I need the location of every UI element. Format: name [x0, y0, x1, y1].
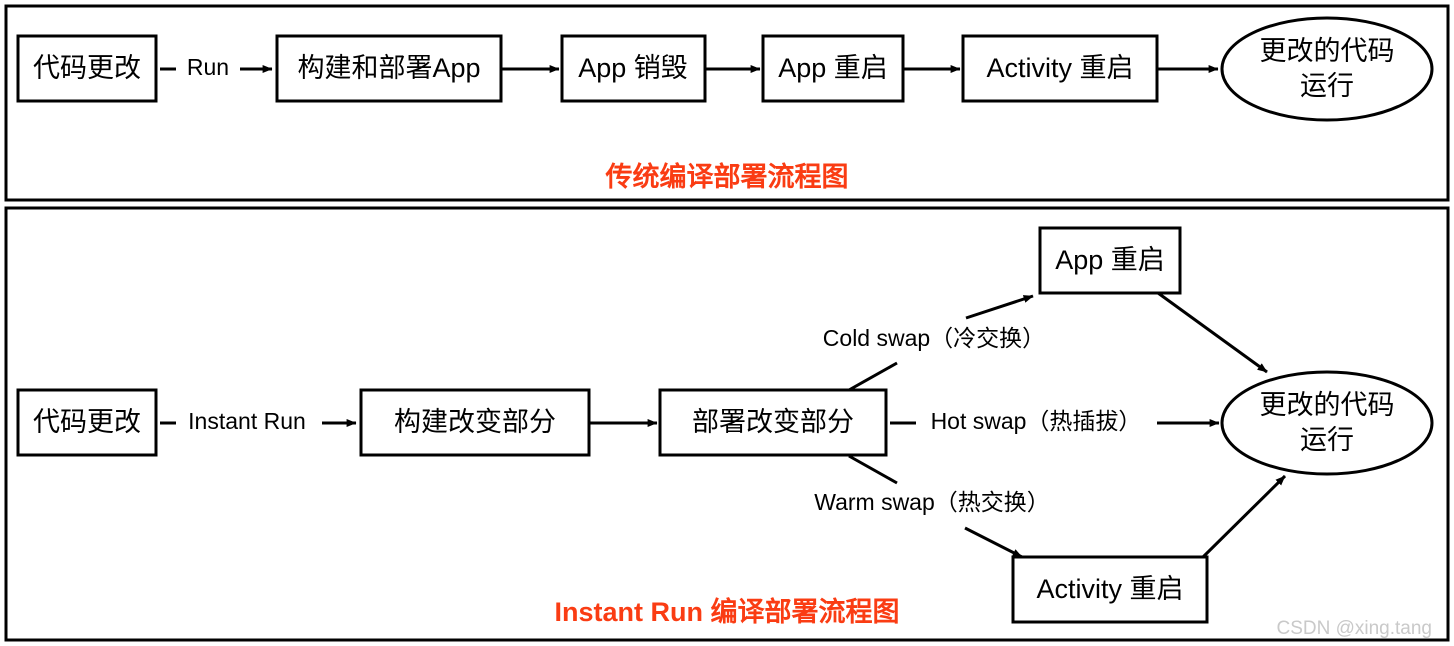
node-i-build-changes[interactable]: 构建改变部分: [359, 388, 591, 457]
node-i-code-running-ellipse: [1220, 370, 1434, 476]
node-t-code-change-label: 代码更改: [33, 53, 141, 83]
node-i-code-running[interactable]: 更改的代码 运行: [1220, 370, 1434, 476]
panel-instant-run-caption: Instant Run 编译部署流程图: [555, 596, 900, 627]
node-i-activity-restart-label: Activity 重启: [1036, 574, 1183, 604]
node-t-activity-restart[interactable]: Activity 重启: [961, 34, 1159, 103]
node-t-code-running-label-line2: 运行: [1300, 71, 1354, 101]
node-t-app-destroy-label: App 销毁: [578, 53, 688, 83]
node-i-code-change-label: 代码更改: [33, 407, 141, 437]
node-t-build-deploy-label: 构建和部署App: [297, 53, 480, 83]
node-t-code-running-label-line1: 更改的代码: [1260, 36, 1395, 66]
node-t-code-running[interactable]: 更改的代码 运行: [1220, 16, 1434, 122]
flowchart-canvas: 代码更改 Run 构建和部署App App 销毁 App 重启 Activity…: [4, 4, 1450, 642]
node-t-build-deploy[interactable]: 构建和部署App: [275, 34, 503, 103]
node-i-deploy-changes[interactable]: 部署改变部分: [658, 388, 888, 457]
panel-instant-run: 代码更改 Instant Run 构建改变部分 部署改变部分 Cold swap…: [4, 206, 1450, 642]
node-i-app-restart-label: App 重启: [1055, 245, 1165, 275]
watermark-label: CSDN @xing.tang: [1276, 618, 1432, 639]
node-t-app-restart-label: App 重启: [778, 53, 888, 83]
node-t-code-running-ellipse: [1220, 16, 1434, 122]
edge-i-hot-swap-label: Hot swap（热插拔）: [931, 408, 1142, 434]
diagram-root: 代码更改 Run 构建和部署App App 销毁 App 重启 Activity…: [0, 0, 1454, 646]
node-t-app-restart[interactable]: App 重启: [761, 34, 905, 103]
edge-i-instantrun-label: Instant Run: [188, 408, 306, 434]
node-i-deploy-changes-label: 部署改变部分: [692, 407, 854, 437]
panel-traditional-caption: 传统编译部署流程图: [605, 161, 849, 192]
node-i-code-change[interactable]: 代码更改: [16, 388, 158, 457]
node-i-build-changes-label: 构建改变部分: [394, 407, 556, 437]
node-t-app-destroy[interactable]: App 销毁: [560, 34, 707, 103]
node-i-code-running-label-line1: 更改的代码: [1260, 390, 1395, 420]
node-i-app-restart[interactable]: App 重启: [1038, 226, 1182, 295]
panel-traditional: 代码更改 Run 构建和部署App App 销毁 App 重启 Activity…: [4, 4, 1450, 202]
node-i-activity-restart[interactable]: Activity 重启: [1011, 555, 1209, 624]
edge-i-cold-swap-label: Cold swap（冷交换）: [823, 325, 1045, 351]
edge-i-warm-swap-label: Warm swap（热交换）: [814, 489, 1050, 515]
node-t-activity-restart-label: Activity 重启: [986, 53, 1133, 83]
edge-t-run-label: Run: [187, 54, 229, 80]
node-i-code-running-label-line2: 运行: [1300, 425, 1354, 455]
node-t-code-change[interactable]: 代码更改: [16, 34, 158, 103]
